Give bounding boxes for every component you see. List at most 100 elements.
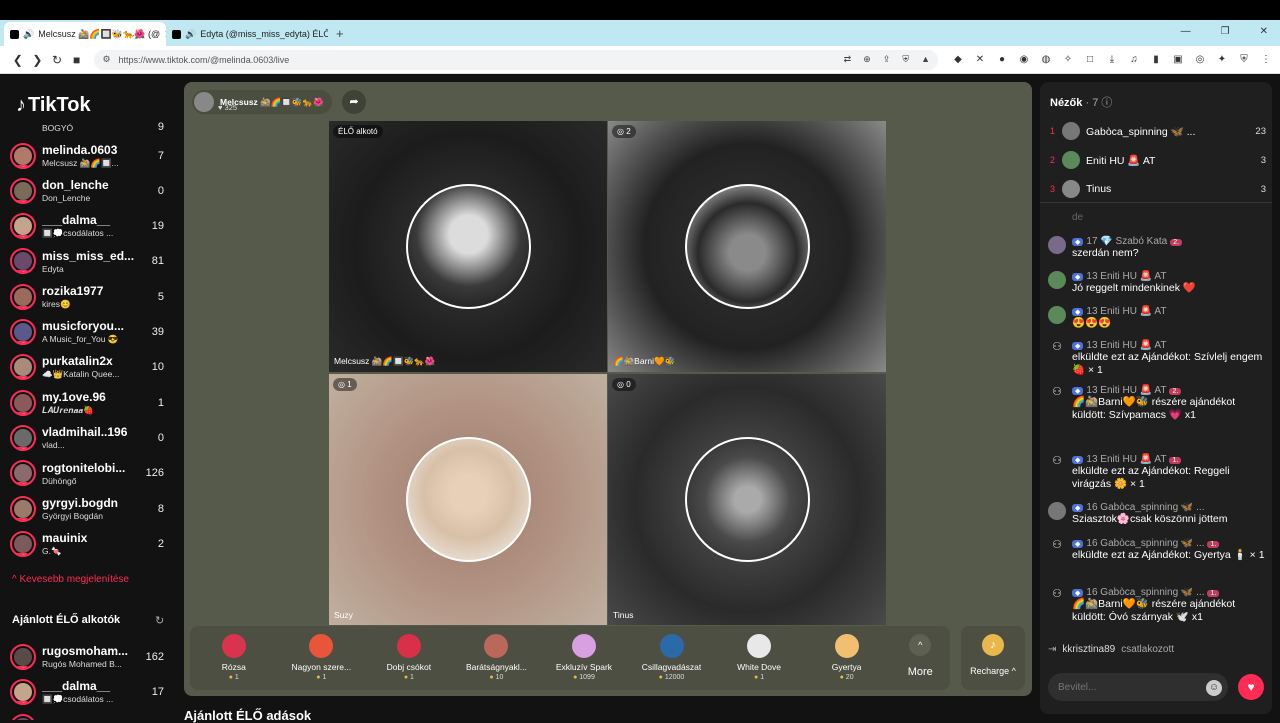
join-username[interactable]: kkrisztina89 (1062, 644, 1115, 655)
message-header[interactable]: ◆13 Eniti HU 🚨 AT (1072, 306, 1166, 317)
share-button[interactable]: ➦ (342, 90, 366, 114)
account-avatar[interactable]: LIVE (10, 319, 36, 345)
sidebar-account[interactable]: LIVE___dalma__🔲💭csodálatos ...19 (0, 209, 176, 244)
minimize-icon[interactable]: — (1181, 26, 1191, 37)
account-avatar[interactable]: LIVE (10, 679, 36, 705)
new-tab-icon[interactable]: + (328, 26, 352, 46)
message-header[interactable]: ◆16 Gabòca_spinning 🦋 ...1. (1072, 587, 1268, 598)
zoom-icon[interactable]: ⊕ (863, 54, 871, 65)
music-icon[interactable]: ♫ (1128, 54, 1140, 65)
viewer-row[interactable]: 1Gabòca_spinning 🦋 ...23 (1050, 120, 1266, 142)
message-avatar[interactable] (1048, 271, 1066, 289)
sidebar-icon[interactable]: ▮ (1150, 54, 1162, 65)
browser-tab-active[interactable]: 🔊 Melcsusz 🚵🌈🔲🐝🐆🌺 (@ ✕ (4, 22, 166, 46)
gift-item[interactable]: Barátságnyakl...● 10 (453, 626, 541, 690)
site-settings-icon[interactable]: ⚙ (102, 54, 110, 65)
wallet-icon[interactable]: ▣ (1172, 54, 1184, 65)
window-close-icon[interactable]: ✕ (1260, 26, 1268, 37)
sidebar-account-partial[interactable]: BOGYÓ 9 (0, 116, 176, 138)
gift-item[interactable]: Nagyon szere...● 1 (278, 626, 366, 690)
sidebar-account[interactable]: LIVEmauinixG.🍬2 (0, 526, 176, 561)
account-avatar[interactable]: LIVE (10, 460, 36, 486)
account-avatar[interactable]: LIVE (10, 714, 36, 720)
message-header[interactable]: ◆16 Gabòca_spinning 🦋 ...1. (1072, 538, 1265, 549)
recharge-button[interactable]: ♪ Recharge ^ (961, 626, 1025, 690)
gift-item[interactable]: Csillagvadászat● 12000 (628, 626, 716, 690)
account-avatar[interactable]: LIVE (10, 354, 36, 380)
like-heart-button[interactable]: ♥ (1238, 674, 1264, 700)
sidebar-account[interactable]: LIVErogtonitelobi...Dühöngő126 (0, 456, 176, 491)
share-icon[interactable]: ⇪ (883, 54, 891, 65)
host-info[interactable]: Melcsusz 🚵🌈🔲🐝🐆🌺 ♥ 325 (192, 90, 332, 114)
gift-item[interactable]: Gyertya● 20 (803, 626, 891, 690)
brave-shield-icon[interactable]: ⛨ (902, 54, 909, 65)
gift-item[interactable]: White Dove● 1 (715, 626, 803, 690)
refresh-icon[interactable]: ↻ (155, 614, 164, 627)
browser-tab[interactable]: 🔊 Edyta (@miss_miss_edyta) ÉLŐ a (166, 22, 328, 46)
reload-icon[interactable]: ↻ (47, 53, 67, 67)
warning-icon[interactable]: ▲ (921, 54, 930, 65)
account-avatar[interactable]: LIVE (10, 531, 36, 557)
emoji-icon[interactable]: ☺ (1206, 680, 1222, 696)
account-avatar[interactable]: LIVE (10, 248, 36, 274)
message-avatar[interactable] (1048, 502, 1066, 520)
extension-icon[interactable]: □ (1084, 54, 1096, 65)
sidebar-account[interactable]: LIVEmelinda.0603Melcsusz 🚵🌈🔲...7 (0, 138, 176, 173)
sidebar-account[interactable]: LIVErugosmoham...Rugós Mohamed B...162 (0, 639, 176, 674)
ai-icon[interactable]: ✦ (1216, 54, 1228, 65)
extension-icon[interactable]: ◉ (1018, 54, 1030, 65)
account-avatar[interactable]: LIVE (10, 425, 36, 451)
message-avatar[interactable] (1048, 236, 1066, 254)
sidebar-account[interactable]: LIVEgyrgyi.bogdnGyörgyi Bogdán8 (0, 491, 176, 526)
shield-icon[interactable]: ⛨ (1238, 54, 1250, 65)
account-avatar[interactable]: LIVE (10, 213, 36, 239)
viewer-row[interactable]: 2Eniti HU 🚨 AT3 (1050, 149, 1266, 171)
forward-icon[interactable]: ❯ (28, 53, 48, 67)
info-icon[interactable]: ⓘ (1101, 97, 1112, 109)
tiktok-logo[interactable]: ♪ TikTok (16, 94, 91, 117)
sidebar-account[interactable]: LIVE___dalma__🔲💭csodálatos ...17 (0, 674, 176, 709)
account-avatar[interactable]: LIVE (10, 143, 36, 169)
bookmark-icon[interactable]: ■ (67, 53, 87, 67)
extension-icon[interactable]: ◆ (952, 54, 964, 65)
extension-icon[interactable]: ● (996, 54, 1008, 65)
guest-cell[interactable]: ◎ 1 Suzy (329, 374, 607, 625)
account-avatar[interactable]: LIVE (10, 390, 36, 416)
url-field[interactable]: ⚙ https://www.tiktok.com/@melinda.0603/l… (94, 50, 938, 70)
gift-item[interactable]: Exkluzív Spark● 1099 (540, 626, 628, 690)
sidebar-account[interactable]: LIVEmusicforyou...A Music_for_You 😎39 (0, 315, 176, 350)
sidebar-account[interactable]: LIVEmiss_miss_ed... (0, 710, 176, 720)
guest-cell[interactable]: ◎ 2 🌈🚵Barni🧡🐝 (608, 121, 886, 372)
account-avatar[interactable]: LIVE (10, 178, 36, 204)
gift-item[interactable]: Dobj csókot● 1 (365, 626, 453, 690)
guest-cell[interactable]: ◎ 0 Tinus (608, 374, 886, 625)
message-header[interactable]: ◆13 Eniti HU 🚨 AT2. (1072, 385, 1268, 396)
sidebar-account[interactable]: LIVErozika1977kires😊5 (0, 279, 176, 314)
guest-cell[interactable]: ÉLŐ alkotó Melcsusz 🚵🌈🔲🐝🐆🌺 (329, 121, 607, 372)
sidebar-account[interactable]: LIVEpurkatalin2x☁️👑Katalin Quee...10 (0, 350, 176, 385)
back-icon[interactable]: ❮ (8, 53, 28, 67)
sidebar-account[interactable]: LIVEmy.1ove.96𝑳𝑨𝑼𝒓𝒆𝒏𝒂𝒂🍓1 (0, 385, 176, 420)
chat-input[interactable] (1048, 673, 1228, 701)
viewer-row[interactable]: 3Tinus3 (1050, 178, 1266, 200)
message-header[interactable]: ◆13 Eniti HU 🚨 AT (1072, 340, 1268, 351)
maximize-icon[interactable]: ❐ (1221, 26, 1230, 37)
extension-icon[interactable]: ◍ (1040, 54, 1052, 65)
menu-icon[interactable]: ⋮ (1260, 54, 1272, 65)
extension-icon[interactable]: ✕ (974, 54, 986, 65)
account-avatar[interactable]: LIVE (10, 284, 36, 310)
gift-item[interactable]: Rózsa● 1 (190, 626, 278, 690)
message-avatar[interactable] (1048, 306, 1066, 324)
message-header[interactable]: ◆13 Eniti HU 🚨 AT (1072, 271, 1196, 282)
account-avatar[interactable]: LIVE (10, 496, 36, 522)
extension-icon[interactable]: ◎ (1194, 54, 1206, 65)
host-avatar[interactable] (194, 92, 214, 112)
sidebar-account[interactable]: LIVEmiss_miss_ed...Edyta81 (0, 244, 176, 279)
sidebar-account[interactable]: LIVEdon_lencheDon_Lenche0 (0, 173, 176, 208)
viewers-header[interactable]: Nézők · 7 ⓘ (1050, 94, 1112, 110)
message-header[interactable]: ◆17 💎 Szabó Kata2. (1072, 236, 1182, 247)
more-gifts-button[interactable]: ^More (890, 626, 950, 690)
translate-icon[interactable]: ⇄ (844, 54, 852, 65)
sidebar-account[interactable]: LIVEvladmihail..196vlad...0 (0, 420, 176, 455)
puzzle-icon[interactable]: ✧ (1062, 54, 1074, 65)
